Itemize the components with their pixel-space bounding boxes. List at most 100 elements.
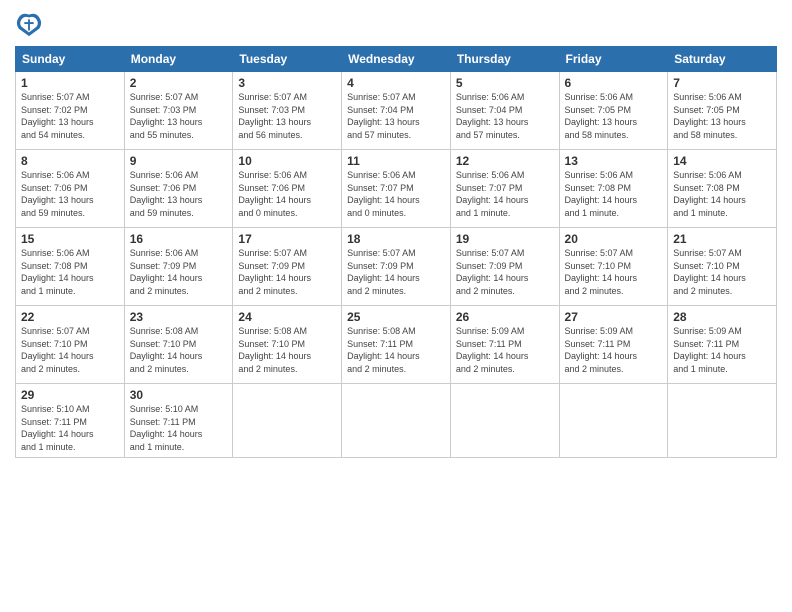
calendar-cell (233, 384, 342, 458)
day-info: Sunrise: 5:07 AM Sunset: 7:02 PM Dayligh… (21, 91, 119, 141)
day-number: 17 (238, 232, 336, 246)
weekday-header-wednesday: Wednesday (342, 47, 451, 72)
day-number: 2 (130, 76, 228, 90)
day-info: Sunrise: 5:06 AM Sunset: 7:04 PM Dayligh… (456, 91, 554, 141)
calendar-cell: 15Sunrise: 5:06 AM Sunset: 7:08 PM Dayli… (16, 228, 125, 306)
calendar-cell (559, 384, 668, 458)
day-info: Sunrise: 5:07 AM Sunset: 7:09 PM Dayligh… (347, 247, 445, 297)
calendar-cell (450, 384, 559, 458)
day-info: Sunrise: 5:07 AM Sunset: 7:03 PM Dayligh… (238, 91, 336, 141)
calendar-cell: 12Sunrise: 5:06 AM Sunset: 7:07 PM Dayli… (450, 150, 559, 228)
day-number: 23 (130, 310, 228, 324)
weekday-header-friday: Friday (559, 47, 668, 72)
day-info: Sunrise: 5:07 AM Sunset: 7:04 PM Dayligh… (347, 91, 445, 141)
weekday-header-sunday: Sunday (16, 47, 125, 72)
day-info: Sunrise: 5:07 AM Sunset: 7:10 PM Dayligh… (673, 247, 771, 297)
calendar-cell: 11Sunrise: 5:06 AM Sunset: 7:07 PM Dayli… (342, 150, 451, 228)
day-number: 21 (673, 232, 771, 246)
day-number: 10 (238, 154, 336, 168)
calendar-cell: 24Sunrise: 5:08 AM Sunset: 7:10 PM Dayli… (233, 306, 342, 384)
calendar-table: SundayMondayTuesdayWednesdayThursdayFrid… (15, 46, 777, 458)
calendar-cell: 2Sunrise: 5:07 AM Sunset: 7:03 PM Daylig… (124, 72, 233, 150)
day-number: 9 (130, 154, 228, 168)
calendar-cell: 6Sunrise: 5:06 AM Sunset: 7:05 PM Daylig… (559, 72, 668, 150)
day-info: Sunrise: 5:06 AM Sunset: 7:06 PM Dayligh… (21, 169, 119, 219)
day-info: Sunrise: 5:06 AM Sunset: 7:08 PM Dayligh… (673, 169, 771, 219)
calendar-cell: 9Sunrise: 5:06 AM Sunset: 7:06 PM Daylig… (124, 150, 233, 228)
calendar-cell: 23Sunrise: 5:08 AM Sunset: 7:10 PM Dayli… (124, 306, 233, 384)
day-number: 25 (347, 310, 445, 324)
day-info: Sunrise: 5:09 AM Sunset: 7:11 PM Dayligh… (456, 325, 554, 375)
day-number: 16 (130, 232, 228, 246)
calendar-cell: 4Sunrise: 5:07 AM Sunset: 7:04 PM Daylig… (342, 72, 451, 150)
calendar-cell: 16Sunrise: 5:06 AM Sunset: 7:09 PM Dayli… (124, 228, 233, 306)
week-row-5: 29Sunrise: 5:10 AM Sunset: 7:11 PM Dayli… (16, 384, 777, 458)
day-number: 24 (238, 310, 336, 324)
weekday-header-tuesday: Tuesday (233, 47, 342, 72)
calendar-cell: 20Sunrise: 5:07 AM Sunset: 7:10 PM Dayli… (559, 228, 668, 306)
weekday-header-saturday: Saturday (668, 47, 777, 72)
day-info: Sunrise: 5:10 AM Sunset: 7:11 PM Dayligh… (130, 403, 228, 453)
weekday-header-thursday: Thursday (450, 47, 559, 72)
calendar-cell: 5Sunrise: 5:06 AM Sunset: 7:04 PM Daylig… (450, 72, 559, 150)
day-info: Sunrise: 5:06 AM Sunset: 7:08 PM Dayligh… (21, 247, 119, 297)
day-number: 6 (565, 76, 663, 90)
day-number: 3 (238, 76, 336, 90)
day-number: 14 (673, 154, 771, 168)
day-number: 22 (21, 310, 119, 324)
day-info: Sunrise: 5:07 AM Sunset: 7:09 PM Dayligh… (456, 247, 554, 297)
day-info: Sunrise: 5:07 AM Sunset: 7:10 PM Dayligh… (565, 247, 663, 297)
week-row-4: 22Sunrise: 5:07 AM Sunset: 7:10 PM Dayli… (16, 306, 777, 384)
week-row-2: 8Sunrise: 5:06 AM Sunset: 7:06 PM Daylig… (16, 150, 777, 228)
calendar-cell: 27Sunrise: 5:09 AM Sunset: 7:11 PM Dayli… (559, 306, 668, 384)
day-number: 5 (456, 76, 554, 90)
day-number: 26 (456, 310, 554, 324)
calendar-cell: 29Sunrise: 5:10 AM Sunset: 7:11 PM Dayli… (16, 384, 125, 458)
day-info: Sunrise: 5:07 AM Sunset: 7:09 PM Dayligh… (238, 247, 336, 297)
calendar-cell: 1Sunrise: 5:07 AM Sunset: 7:02 PM Daylig… (16, 72, 125, 150)
day-number: 29 (21, 388, 119, 402)
day-info: Sunrise: 5:06 AM Sunset: 7:07 PM Dayligh… (347, 169, 445, 219)
calendar-cell (342, 384, 451, 458)
page: SundayMondayTuesdayWednesdayThursdayFrid… (0, 0, 792, 612)
calendar-cell: 22Sunrise: 5:07 AM Sunset: 7:10 PM Dayli… (16, 306, 125, 384)
weekday-header-monday: Monday (124, 47, 233, 72)
day-info: Sunrise: 5:06 AM Sunset: 7:06 PM Dayligh… (238, 169, 336, 219)
day-number: 11 (347, 154, 445, 168)
day-info: Sunrise: 5:06 AM Sunset: 7:07 PM Dayligh… (456, 169, 554, 219)
day-number: 4 (347, 76, 445, 90)
day-number: 8 (21, 154, 119, 168)
day-number: 18 (347, 232, 445, 246)
day-number: 15 (21, 232, 119, 246)
day-info: Sunrise: 5:09 AM Sunset: 7:11 PM Dayligh… (565, 325, 663, 375)
day-info: Sunrise: 5:06 AM Sunset: 7:06 PM Dayligh… (130, 169, 228, 219)
day-number: 20 (565, 232, 663, 246)
calendar-cell: 10Sunrise: 5:06 AM Sunset: 7:06 PM Dayli… (233, 150, 342, 228)
week-row-3: 15Sunrise: 5:06 AM Sunset: 7:08 PM Dayli… (16, 228, 777, 306)
day-info: Sunrise: 5:08 AM Sunset: 7:10 PM Dayligh… (238, 325, 336, 375)
calendar-cell: 18Sunrise: 5:07 AM Sunset: 7:09 PM Dayli… (342, 228, 451, 306)
day-number: 13 (565, 154, 663, 168)
day-info: Sunrise: 5:10 AM Sunset: 7:11 PM Dayligh… (21, 403, 119, 453)
day-number: 1 (21, 76, 119, 90)
weekday-header-row: SundayMondayTuesdayWednesdayThursdayFrid… (16, 47, 777, 72)
calendar-cell: 25Sunrise: 5:08 AM Sunset: 7:11 PM Dayli… (342, 306, 451, 384)
day-info: Sunrise: 5:07 AM Sunset: 7:10 PM Dayligh… (21, 325, 119, 375)
calendar-cell: 21Sunrise: 5:07 AM Sunset: 7:10 PM Dayli… (668, 228, 777, 306)
day-number: 7 (673, 76, 771, 90)
day-info: Sunrise: 5:06 AM Sunset: 7:05 PM Dayligh… (673, 91, 771, 141)
day-number: 19 (456, 232, 554, 246)
day-number: 28 (673, 310, 771, 324)
calendar-cell: 30Sunrise: 5:10 AM Sunset: 7:11 PM Dayli… (124, 384, 233, 458)
day-info: Sunrise: 5:08 AM Sunset: 7:11 PM Dayligh… (347, 325, 445, 375)
calendar-cell: 28Sunrise: 5:09 AM Sunset: 7:11 PM Dayli… (668, 306, 777, 384)
calendar-cell: 7Sunrise: 5:06 AM Sunset: 7:05 PM Daylig… (668, 72, 777, 150)
logo-icon (15, 10, 43, 38)
week-row-1: 1Sunrise: 5:07 AM Sunset: 7:02 PM Daylig… (16, 72, 777, 150)
day-info: Sunrise: 5:08 AM Sunset: 7:10 PM Dayligh… (130, 325, 228, 375)
calendar-cell: 17Sunrise: 5:07 AM Sunset: 7:09 PM Dayli… (233, 228, 342, 306)
logo (15, 10, 47, 38)
day-number: 12 (456, 154, 554, 168)
day-info: Sunrise: 5:06 AM Sunset: 7:09 PM Dayligh… (130, 247, 228, 297)
calendar-cell: 3Sunrise: 5:07 AM Sunset: 7:03 PM Daylig… (233, 72, 342, 150)
